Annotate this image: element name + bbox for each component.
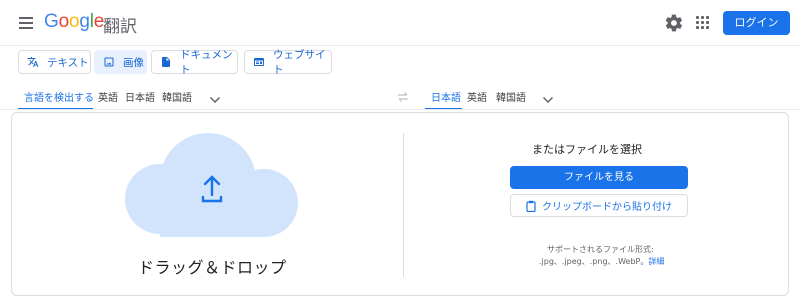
image-icon	[103, 56, 115, 68]
tab-image-label: 画像	[123, 56, 144, 69]
apps-grid-icon[interactable]	[696, 16, 710, 30]
menu-icon[interactable]	[16, 14, 36, 32]
image-upload-panel: ドラッグ＆ドロップ またはファイルを選択 ファイルを見る クリップボードから貼り…	[11, 112, 789, 296]
mode-tabs: テキスト 画像 ドキュメント ウェブサイト	[0, 46, 800, 80]
login-button[interactable]: ログイン	[723, 11, 790, 35]
source-more-chevron-down-icon[interactable]	[209, 90, 221, 104]
document-icon	[160, 56, 172, 68]
tab-text-label: テキスト	[47, 56, 89, 69]
translate-icon	[27, 56, 39, 68]
gear-icon[interactable]	[664, 13, 684, 33]
website-icon	[253, 56, 265, 68]
tab-text[interactable]: テキスト	[18, 50, 91, 74]
swap-languages-icon[interactable]	[396, 89, 410, 103]
language-bar: 言語を検出する 英語 日本語 韓国語 日本語 英語 韓国語	[0, 82, 800, 110]
target-lang-korean[interactable]: 韓国語	[496, 89, 526, 104]
top-bar: Google 翻訳 ログイン	[0, 0, 800, 46]
clipboard-icon	[526, 200, 536, 212]
drag-drop-label: ドラッグ＆ドロップ	[138, 258, 287, 277]
supported-formats: .jpg、.jpeg、.png、.WebP。詳細	[539, 256, 664, 267]
tab-website-label: ウェブサイト	[273, 49, 326, 76]
formats-list: .jpg、.jpeg、.png、.WebP。	[539, 257, 649, 266]
supported-formats-title: サポートされるファイル形式:	[547, 245, 654, 254]
upload-dropzone[interactable]	[118, 131, 302, 239]
source-lang-korean[interactable]: 韓国語	[162, 89, 192, 104]
browse-files-button[interactable]: ファイルを見る	[510, 166, 688, 189]
target-more-chevron-down-icon[interactable]	[542, 90, 554, 104]
source-lang-japanese[interactable]: 日本語	[125, 89, 155, 104]
paste-from-clipboard-button[interactable]: クリップボードから貼り付け	[510, 194, 688, 217]
source-lang-detect[interactable]: 言語を検出する	[24, 89, 94, 104]
language-bar-divider	[0, 109, 800, 110]
tab-website[interactable]: ウェブサイト	[244, 49, 332, 76]
tab-document-label: ドキュメント	[180, 49, 233, 76]
panel-divider	[403, 133, 404, 277]
tab-document[interactable]: ドキュメント	[151, 49, 238, 76]
paste-label: クリップボードから貼り付け	[542, 202, 672, 213]
source-lang-english[interactable]: 英語	[98, 89, 118, 104]
select-file-label: またはファイルを選択	[532, 143, 642, 156]
details-link[interactable]: 詳細	[648, 257, 664, 266]
product-name: 翻訳	[103, 17, 137, 37]
target-lang-japanese[interactable]: 日本語	[431, 89, 461, 104]
google-logo[interactable]: Google	[44, 11, 104, 33]
cloud-upload-icon	[125, 133, 298, 237]
tab-image[interactable]: 画像	[94, 50, 147, 74]
target-lang-english[interactable]: 英語	[467, 89, 487, 104]
